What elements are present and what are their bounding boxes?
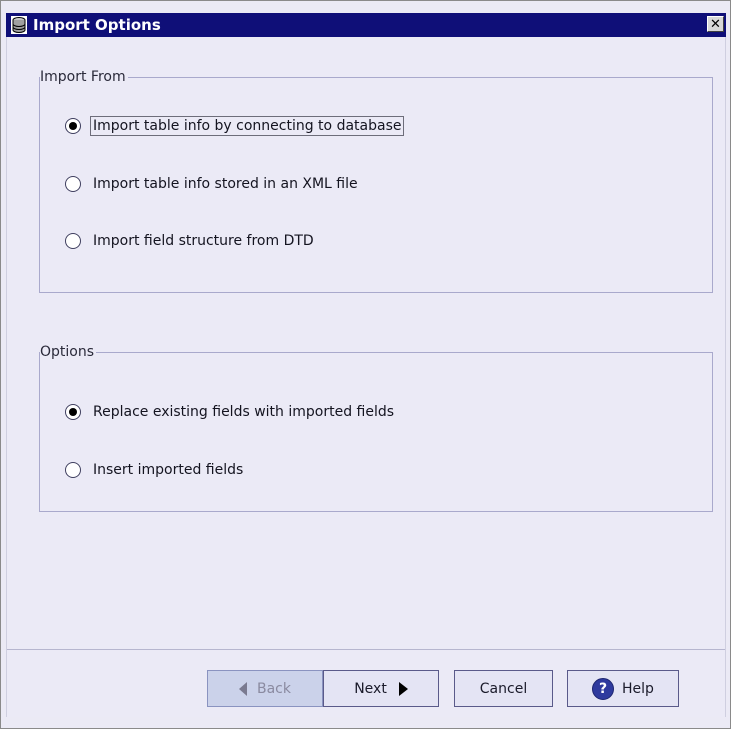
radio-button[interactable] (65, 462, 81, 478)
import-from-group: Import From Import table info by connect… (39, 68, 713, 293)
radio-button[interactable] (65, 233, 81, 249)
next-button-label: Next (354, 680, 387, 697)
back-button-label: Back (257, 680, 291, 697)
next-button[interactable]: Next (323, 670, 439, 707)
import-from-group-label: Import From (40, 68, 128, 86)
dialog-body: Import From Import table info by connect… (6, 37, 726, 717)
close-button[interactable]: ✕ (707, 16, 724, 32)
database-icon (11, 16, 27, 34)
radio-label[interactable]: Replace existing fields with imported fi… (90, 402, 397, 422)
radio-connect-database[interactable]: Import table info by connecting to datab… (65, 114, 405, 138)
radio-replace-fields[interactable]: Replace existing fields with imported fi… (65, 400, 397, 424)
help-button-label: Help (622, 680, 654, 697)
radio-label[interactable]: Import table info by connecting to datab… (90, 116, 405, 136)
radio-button[interactable] (65, 176, 81, 192)
cancel-button-label: Cancel (479, 680, 528, 697)
next-arrow-icon (398, 681, 408, 696)
import-options-dialog: Import Options ✕ Import From Import tabl… (0, 0, 731, 729)
radio-dtd[interactable]: Import field structure from DTD (65, 229, 317, 253)
options-group-label: Options (40, 343, 97, 361)
radio-insert-fields[interactable]: Insert imported fields (65, 458, 246, 482)
window-title: Import Options (33, 16, 161, 34)
title-bar[interactable]: Import Options ✕ (6, 13, 726, 37)
footer-divider (7, 649, 725, 650)
radio-label[interactable]: Import table info stored in an XML file (90, 174, 361, 194)
radio-label[interactable]: Import field structure from DTD (90, 231, 317, 251)
back-button[interactable]: Back (207, 670, 323, 707)
cancel-button[interactable]: Cancel (454, 670, 553, 707)
back-arrow-icon (239, 681, 247, 696)
options-group: Options Replace existing fields with imp… (39, 343, 713, 512)
help-button[interactable]: ? Help (567, 670, 679, 707)
help-icon: ? (592, 677, 615, 700)
radio-label[interactable]: Insert imported fields (90, 460, 246, 480)
radio-button[interactable] (65, 404, 81, 420)
radio-xml-file[interactable]: Import table info stored in an XML file (65, 172, 361, 196)
radio-button[interactable] (65, 118, 81, 134)
